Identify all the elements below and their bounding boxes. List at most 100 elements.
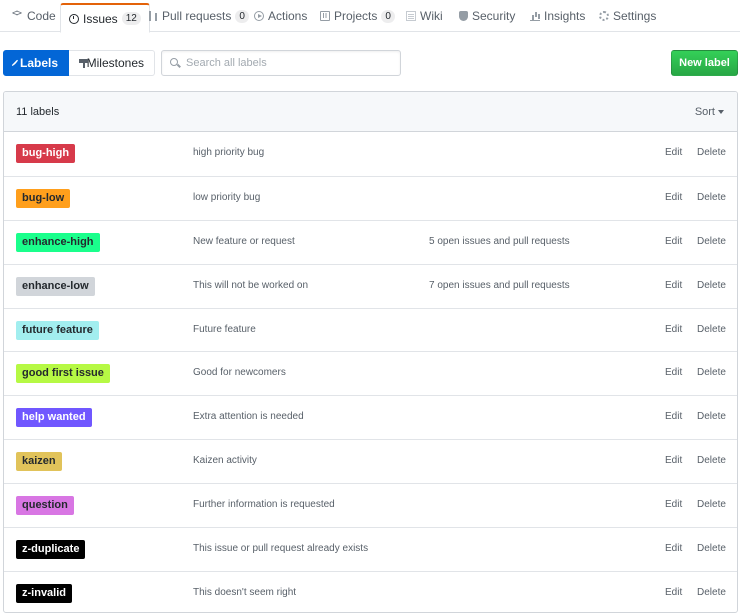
label-description: This will not be worked on — [193, 279, 309, 291]
tab-code-label: Code — [27, 9, 56, 23]
label-pill[interactable]: bug-low — [16, 188, 71, 208]
label-pill[interactable]: enhance-high — [16, 232, 100, 252]
caret-down-icon — [718, 110, 724, 114]
labels-list: bug-high high priority bug Edit Delete bug-l… — [4, 132, 737, 612]
git-pull-request-icon — [148, 11, 158, 21]
label-search — [161, 50, 401, 76]
tab-code[interactable]: Code — [12, 0, 56, 32]
edit-label-button[interactable]: Edit — [665, 280, 682, 291]
labels-box-header: 11 labels Sort — [4, 92, 737, 132]
delete-label-button[interactable]: Delete — [697, 236, 726, 247]
delete-label-button[interactable]: Delete — [697, 192, 726, 203]
delete-label-button[interactable]: Delete — [697, 367, 726, 378]
tab-issues-label: Issues — [83, 11, 118, 26]
delete-label-button[interactable]: Delete — [697, 280, 726, 291]
label-row: kaizen Kaizen activity Edit Delete — [4, 439, 737, 483]
code-icon — [12, 8, 23, 21]
tab-insights-label: Insights — [544, 9, 586, 23]
label-row: bug-high high priority bug Edit Delete — [4, 132, 737, 176]
label-description: Extra attention is needed — [193, 411, 304, 423]
milestones-tab-label: Milestones — [86, 56, 144, 70]
edit-label-button[interactable]: Edit — [665, 499, 682, 510]
tab-security[interactable]: Security — [459, 0, 515, 32]
delete-label-button[interactable]: Delete — [697, 411, 726, 422]
label-row: z-duplicate This issue or pull request al… — [4, 527, 737, 571]
label-pill[interactable]: good first issue — [16, 364, 110, 384]
tab-wiki-label: Wiki — [420, 9, 443, 23]
tab-projects-label: Projects — [334, 9, 378, 23]
label-pill[interactable]: z-invalid — [16, 583, 73, 603]
edit-label-button[interactable]: Edit — [665, 236, 682, 247]
tab-actions[interactable]: Actions — [254, 0, 307, 32]
label-description: New feature or request — [193, 235, 295, 247]
milestones-tab[interactable]: Milestones — [69, 50, 155, 76]
label-description: This issue or pull request already exist… — [193, 543, 369, 555]
projects-counter: 0 — [381, 9, 395, 23]
label-row: help wanted Extra attention is needed Edit… — [4, 395, 737, 439]
labels-box: 11 labels Sort bug-high high priority bug… — [3, 91, 738, 613]
new-label-button[interactable]: New label — [671, 50, 738, 76]
graph-icon — [530, 11, 540, 21]
play-icon — [254, 11, 264, 21]
search-input[interactable] — [186, 57, 386, 69]
sort-label: Sort — [694, 106, 715, 118]
label-description: high priority bug — [193, 147, 265, 158]
edit-label-button[interactable]: Edit — [665, 543, 682, 554]
tab-settings-label: Settings — [613, 9, 657, 23]
edit-label-button[interactable]: Edit — [665, 192, 682, 203]
label-open-issues-link[interactable]: 5 open issues and pull requests — [429, 236, 570, 247]
edit-label-button[interactable]: Edit — [665, 367, 682, 378]
label-pill[interactable]: help wanted — [16, 408, 92, 428]
label-row: bug-low low priority bug Edit Delete — [4, 175, 737, 220]
edit-label-button[interactable]: Edit — [665, 324, 682, 335]
delete-label-button[interactable]: Delete — [697, 499, 726, 510]
label-open-issues-link[interactable]: 7 open issues and pull requests — [429, 280, 570, 291]
delete-label-button[interactable]: Delete — [697, 147, 726, 158]
labels-milestones-subnav: Labels Milestones — [3, 50, 155, 76]
delete-label-button[interactable]: Delete — [697, 587, 726, 598]
label-row: future feature Future feature Edit Delete — [4, 307, 737, 352]
tab-actions-label: Actions — [268, 9, 308, 23]
label-pill[interactable]: question — [16, 496, 74, 516]
label-description: Kaizen activity — [193, 455, 257, 467]
labels-tab[interactable]: Labels — [3, 50, 69, 76]
project-icon — [320, 11, 330, 21]
tab-pull-requests-label: Pull requests — [162, 9, 232, 23]
label-row: enhance-high New feature or request 5 open… — [4, 219, 737, 264]
label-row: enhance-low This will not be worked on 7 o… — [4, 263, 737, 308]
label-row: question Further information is requested… — [4, 483, 737, 527]
tab-wiki[interactable]: Wiki — [406, 0, 443, 32]
label-pill[interactable]: z-duplicate — [16, 540, 86, 560]
tab-pull-requests[interactable]: Pull requests 0 — [148, 0, 249, 32]
label-row: z-invalid This doesn't seem right Edit Dele… — [4, 570, 737, 612]
search-icon — [170, 58, 178, 66]
delete-label-button[interactable]: Delete — [697, 324, 726, 335]
sort-dropdown[interactable]: Sort — [695, 106, 724, 118]
label-description: Future feature — [193, 323, 256, 335]
edit-label-button[interactable]: Edit — [665, 411, 682, 422]
delete-label-button[interactable]: Delete — [697, 543, 726, 554]
labels-count: 11 labels — [16, 106, 60, 118]
tag-icon — [11, 59, 19, 67]
edit-label-button[interactable]: Edit — [665, 587, 682, 598]
delete-label-button[interactable]: Delete — [697, 455, 726, 466]
edit-label-button[interactable]: Edit — [665, 147, 682, 158]
label-pill[interactable]: future feature — [16, 320, 99, 340]
tab-settings[interactable]: Settings — [599, 0, 656, 32]
book-icon — [406, 11, 416, 21]
edit-label-button[interactable]: Edit — [665, 455, 682, 466]
tab-projects[interactable]: Projects 0 — [320, 0, 395, 32]
tab-issues[interactable]: Issues 12 — [60, 3, 150, 33]
label-pill[interactable]: enhance-low — [16, 276, 95, 296]
shield-icon — [459, 11, 468, 21]
label-pill[interactable]: bug-high — [16, 144, 76, 163]
tab-security-label: Security — [472, 9, 516, 23]
gear-icon — [599, 11, 609, 21]
issue-opened-icon — [69, 13, 79, 24]
issues-counter: 12 — [121, 12, 141, 25]
milestone-icon — [79, 58, 88, 68]
label-description: Good for newcomers — [193, 367, 286, 379]
label-pill[interactable]: kaizen — [16, 452, 62, 472]
label-description: Further information is requested — [193, 499, 335, 511]
tab-insights[interactable]: Insights — [530, 0, 585, 32]
